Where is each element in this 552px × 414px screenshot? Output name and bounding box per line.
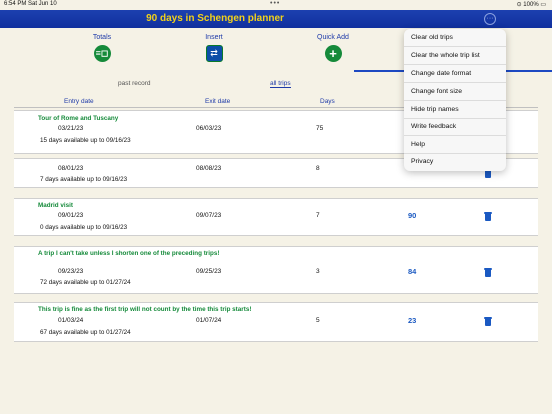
trip-row[interactable]: A trip I can't take unless I shorten one… (14, 246, 538, 294)
tab-past-record[interactable]: past record (118, 80, 151, 87)
trip-availability: 67 days available up to 01/27/24 (40, 329, 131, 336)
trip-name: A trip I can't take unless I shorten one… (38, 250, 220, 257)
insert-label: Insert (205, 34, 223, 41)
trip-entry-date: 09/23/23 (58, 268, 84, 275)
menu-change-date-format[interactable]: Change date format (404, 65, 506, 83)
app-title: 90 days in Schengen planner (146, 13, 284, 24)
trip-row[interactable]: Madrid visit 09/01/23 09/07/23 7 90 0 da… (14, 198, 538, 236)
trip-days: 75 (316, 125, 324, 132)
multitask-dots[interactable]: ••• (270, 0, 280, 7)
trip-availability: 0 days available up to 09/16/23 (40, 224, 128, 231)
trip-entry-date: 03/21/23 (58, 125, 84, 132)
quick-add-button[interactable]: Quick Add + (293, 34, 373, 63)
plus-icon[interactable]: + (324, 45, 342, 62)
menu-clear-whole-list[interactable]: Clear the whole trip list (404, 47, 506, 65)
more-options-icon[interactable]: ··· (484, 13, 496, 25)
trip-exit-date: 09/07/23 (196, 212, 222, 219)
totals-label: Totals (92, 34, 112, 41)
trip-name: Madrid visit (38, 202, 73, 209)
trip-exit-date: 06/03/23 (196, 125, 222, 132)
col-exit-date: Exit date (205, 98, 231, 105)
quick-add-label: Quick Add (317, 34, 349, 41)
menu-change-font-size[interactable]: Change font size (404, 83, 506, 101)
insert-icon[interactable]: ⇄ (205, 45, 223, 62)
tab-all-trips[interactable]: all trips (270, 80, 291, 88)
title-bar: 90 days in Schengen planner ··· (0, 10, 552, 28)
trip-remaining-days: 90 (408, 211, 417, 220)
trip-exit-date: 01/07/24 (196, 317, 222, 324)
trash-icon[interactable] (484, 268, 492, 277)
menu-write-feedback[interactable]: Write feedback (404, 118, 506, 136)
status-bar: 6:54 PM Sat Jun 10 ••• ⊙ 100% ▭ (0, 0, 552, 10)
trip-days: 5 (316, 317, 320, 324)
trip-availability: 72 days available up to 01/27/24 (40, 279, 131, 286)
menu-clear-old-trips[interactable]: Clear old trips (404, 29, 506, 47)
status-time: 6:54 PM Sat Jun 10 (4, 1, 57, 7)
trip-availability: 15 days available up to 09/16/23 (40, 137, 131, 144)
trip-entry-date: 09/01/23 (58, 212, 84, 219)
menu-help[interactable]: Help (404, 136, 506, 154)
trip-entry-date: 01/03/24 (58, 317, 84, 324)
col-days: Days (320, 98, 335, 105)
trip-remaining-days: 84 (408, 267, 417, 276)
trip-exit-date: 09/25/23 (196, 268, 222, 275)
col-entry-date: Entry date (64, 98, 94, 105)
menu-privacy[interactable]: Privacy (404, 153, 506, 171)
status-battery: ⊙ 100% ▭ (516, 2, 546, 8)
menu-hide-trip-names[interactable]: Hide trip names (404, 101, 506, 119)
trash-icon[interactable] (484, 317, 492, 326)
options-menu: Clear old trips Clear the whole trip lis… (404, 29, 506, 171)
trip-availability: 7 days available up to 09/16/23 (40, 176, 128, 183)
totals-icon[interactable]: ≡◻ (93, 45, 111, 62)
trip-exit-date: 08/08/23 (196, 165, 222, 172)
trash-icon[interactable] (484, 212, 492, 221)
trip-remaining-days: 23 (408, 316, 417, 325)
trip-days: 8 (316, 165, 320, 172)
trip-days: 3 (316, 268, 320, 275)
trip-row[interactable]: This trip is fine as the first trip will… (14, 302, 538, 342)
trip-name: Tour of Rome and Tuscany (38, 115, 119, 122)
trip-name: This trip is fine as the first trip will… (38, 306, 252, 313)
insert-button[interactable]: Insert ⇄ (174, 34, 254, 62)
trip-entry-date: 08/01/23 (58, 165, 84, 172)
trip-days: 7 (316, 212, 320, 219)
totals-button[interactable]: Totals ≡◻ (62, 34, 142, 62)
